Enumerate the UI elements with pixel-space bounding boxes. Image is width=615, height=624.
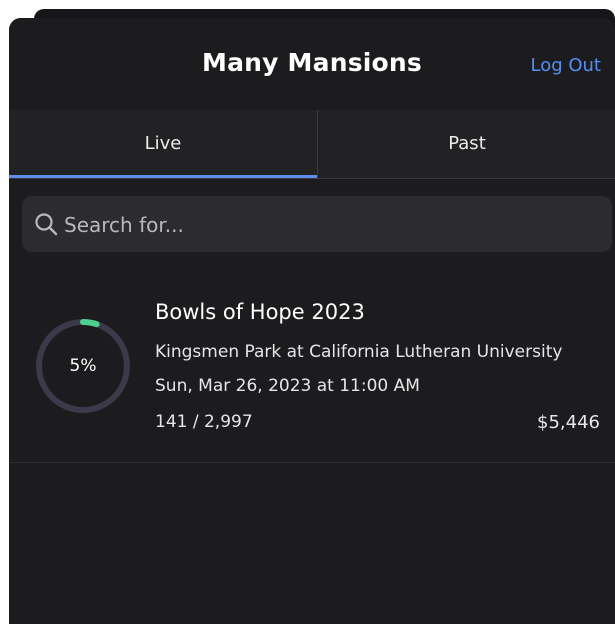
- event-name: Bowls of Hope 2023: [155, 300, 365, 324]
- search-bar[interactable]: [22, 196, 612, 254]
- active-tab-indicator: [9, 175, 317, 178]
- event-row[interactable]: 5% Bowls of Hope 2023 Kingsmen Park at C…: [9, 284, 615, 463]
- tab-past[interactable]: Past: [317, 110, 615, 178]
- tab-bar: Live Past: [9, 110, 615, 179]
- search-icon: [35, 213, 58, 236]
- event-attendance-count: 141 / 2,997: [155, 412, 253, 432]
- event-date: Sun, Mar 26, 2023 at 11:00 AM: [155, 376, 420, 396]
- page-title: Many Mansions: [202, 48, 422, 77]
- app-header: Many Mansions Log Out: [9, 18, 615, 110]
- tab-live[interactable]: Live: [9, 110, 317, 178]
- event-amount-raised: $5,446: [537, 412, 600, 433]
- search-input[interactable]: [62, 196, 606, 254]
- progress-percent: 5%: [69, 356, 97, 376]
- event-venue: Kingsmen Park at California Lutheran Uni…: [155, 342, 563, 362]
- logout-button[interactable]: Log Out: [530, 55, 601, 76]
- app-sheet: Many Mansions Log Out Live Past 5% Bowls…: [9, 18, 615, 624]
